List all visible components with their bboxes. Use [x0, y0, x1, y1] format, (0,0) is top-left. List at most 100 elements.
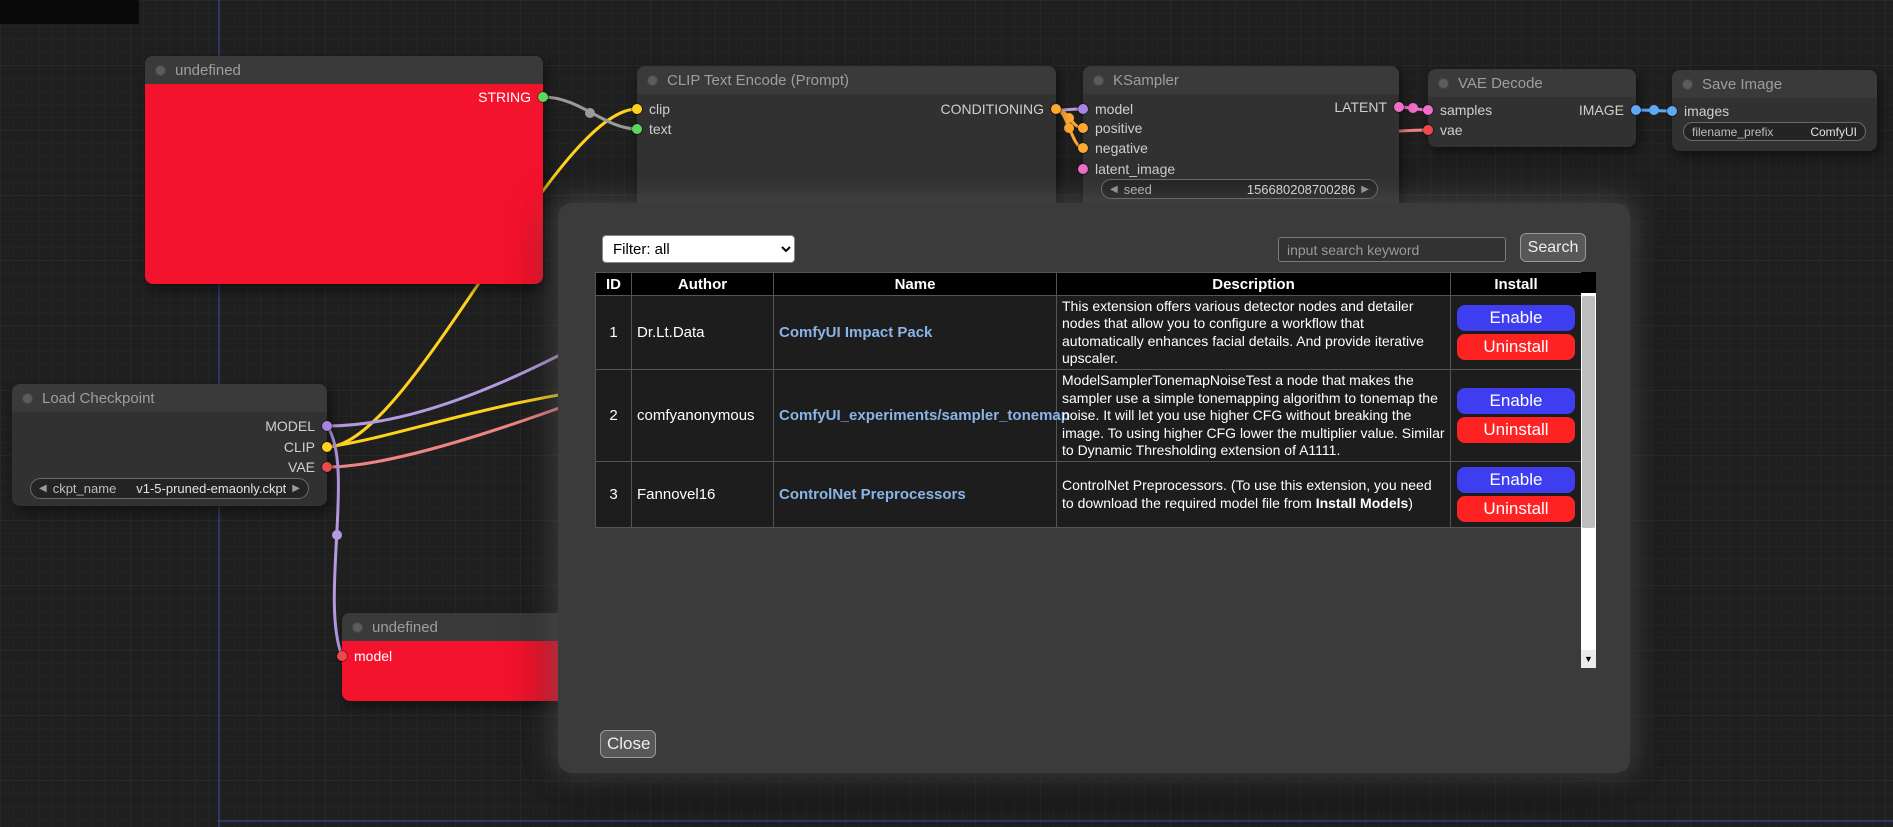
collapse-dot-icon[interactable] [155, 65, 166, 76]
output-port-vae[interactable]: VAE [288, 457, 332, 477]
clip-port-dot-icon[interactable] [322, 442, 332, 452]
enable-button[interactable]: Enable [1457, 467, 1575, 493]
latent-port-dot-icon[interactable] [1423, 105, 1433, 115]
search-button[interactable]: Search [1520, 233, 1586, 262]
node-title: CLIP Text Encode (Prompt) [667, 72, 849, 89]
node-header[interactable]: KSampler [1083, 66, 1399, 94]
output-port-clip[interactable]: CLIP [284, 437, 332, 457]
output-port-image[interactable]: IMAGE [1579, 100, 1641, 120]
input-port-text[interactable]: text [632, 119, 672, 139]
enable-button[interactable]: Enable [1457, 388, 1575, 414]
conditioning-port-dot-icon[interactable] [1078, 123, 1088, 133]
node-undefined-text[interactable]: undefined STRING [145, 56, 543, 284]
widget-label: filename_prefix [1692, 125, 1773, 139]
row-name-cell: ComfyUI Impact Pack [774, 296, 1057, 370]
scrollbar-thumb[interactable] [1582, 296, 1595, 528]
output-port-latent[interactable]: LATENT [1334, 97, 1404, 117]
port-label: model [354, 648, 392, 664]
conditioning-port-dot-icon[interactable] [1078, 143, 1088, 153]
decrement-arrow-icon[interactable]: ◀ [1110, 184, 1118, 195]
input-port-clip[interactable]: clip [632, 99, 670, 119]
node-load-checkpoint[interactable]: Load Checkpoint MODEL CLIP VAE ◀ ckpt_na… [12, 384, 327, 506]
node-undefined-model[interactable]: undefined model [342, 613, 565, 701]
input-port-images[interactable]: images [1667, 101, 1729, 121]
output-port-conditioning[interactable]: CONDITIONING [941, 99, 1061, 119]
input-port-positive[interactable]: positive [1078, 118, 1142, 138]
collapse-dot-icon[interactable] [1438, 78, 1449, 89]
close-button[interactable]: Close [600, 730, 656, 758]
collapse-dot-icon[interactable] [647, 75, 658, 86]
next-arrow-icon[interactable]: ▶ [292, 483, 300, 494]
node-header[interactable]: undefined [145, 56, 543, 84]
node-header[interactable]: VAE Decode [1428, 69, 1636, 97]
node-title: Load Checkpoint [42, 390, 155, 407]
increment-arrow-icon[interactable]: ▶ [1361, 184, 1369, 195]
collapse-dot-icon[interactable] [22, 393, 33, 404]
uninstall-button[interactable]: Uninstall [1457, 496, 1575, 522]
widget-value: 156680208700286 [1247, 182, 1355, 197]
input-port-vae[interactable]: vae [1423, 120, 1463, 140]
image-port-dot-icon[interactable] [1667, 106, 1677, 116]
model-port-dot-icon[interactable] [322, 421, 332, 431]
node-header[interactable]: Load Checkpoint [12, 384, 327, 412]
vae-port-dot-icon[interactable] [1423, 125, 1433, 135]
input-port-negative[interactable]: negative [1078, 138, 1148, 158]
enable-button[interactable]: Enable [1457, 305, 1575, 331]
node-header[interactable]: undefined [342, 613, 565, 641]
widget-label: ckpt_name [53, 481, 117, 496]
port-label: model [1095, 101, 1133, 117]
collapse-dot-icon[interactable] [1682, 79, 1693, 90]
latent-port-dot-icon[interactable] [1078, 164, 1088, 174]
input-port-model[interactable]: model [1078, 99, 1133, 119]
input-port-samples[interactable]: samples [1423, 100, 1492, 120]
string-port-dot-icon[interactable] [538, 92, 548, 102]
scrollbar-down-arrow-icon[interactable]: ▼ [1581, 650, 1596, 668]
grid-axis-horizontal [218, 820, 1893, 822]
clip-port-dot-icon[interactable] [632, 104, 642, 114]
port-label: negative [1095, 140, 1148, 156]
input-port-latent-image[interactable]: latent_image [1078, 159, 1175, 179]
row-name-cell: ControlNet Preprocessors [774, 462, 1057, 528]
image-port-dot-icon[interactable] [1631, 105, 1641, 115]
search-input[interactable] [1278, 237, 1506, 262]
ckpt-name-widget[interactable]: ◀ ckpt_name v1-5-pruned-emaonly.ckpt ▶ [30, 478, 309, 499]
node-header[interactable]: CLIP Text Encode (Prompt) [637, 66, 1056, 94]
uninstall-button[interactable]: Uninstall [1457, 334, 1575, 360]
output-port-string[interactable]: STRING [478, 87, 548, 107]
input-port-model[interactable]: model [337, 646, 392, 666]
link-dot [1064, 113, 1074, 123]
node-title: undefined [175, 62, 241, 79]
vae-port-dot-icon[interactable] [322, 462, 332, 472]
header-author: Author [632, 273, 774, 296]
collapse-dot-icon[interactable] [352, 622, 363, 633]
row-author-cell: Fannovel16 [632, 462, 774, 528]
table-scrollbar[interactable]: ▼ [1581, 272, 1596, 668]
node-save-image[interactable]: Save Image images filename_prefix ComfyU… [1672, 70, 1877, 151]
row-install-cell: Enable Uninstall [1451, 462, 1582, 528]
filename-prefix-widget[interactable]: filename_prefix ComfyUI [1683, 122, 1866, 141]
extension-link[interactable]: ComfyUI Impact Pack [779, 324, 932, 341]
extension-row: 1Dr.Lt.DataComfyUI Impact PackThis exten… [596, 296, 1582, 370]
latent-port-dot-icon[interactable] [1394, 102, 1404, 112]
port-label: text [649, 121, 672, 137]
model-port-dot-icon[interactable] [337, 651, 347, 661]
port-label: VAE [288, 459, 315, 475]
text-port-dot-icon[interactable] [632, 124, 642, 134]
header-id: ID [596, 273, 632, 296]
output-port-model[interactable]: MODEL [265, 416, 332, 436]
filter-select[interactable]: Filter: all [602, 235, 795, 263]
node-title: Save Image [1702, 76, 1782, 93]
conditioning-port-dot-icon[interactable] [1051, 104, 1061, 114]
previous-arrow-icon[interactable]: ◀ [39, 483, 47, 494]
extension-link[interactable]: ComfyUI_experiments/sampler_tonemap [779, 407, 1070, 424]
collapse-dot-icon[interactable] [1093, 75, 1104, 86]
node-vae-decode[interactable]: VAE Decode samples vae IMAGE [1428, 69, 1636, 147]
uninstall-button[interactable]: Uninstall [1457, 417, 1575, 443]
extension-link[interactable]: ControlNet Preprocessors [779, 486, 966, 503]
extension-row: 2comfyanonymousComfyUI_experiments/sampl… [596, 370, 1582, 462]
header-description: Description [1057, 273, 1451, 296]
node-header[interactable]: Save Image [1672, 70, 1877, 98]
model-port-dot-icon[interactable] [1078, 104, 1088, 114]
port-label: CONDITIONING [941, 101, 1044, 117]
seed-widget[interactable]: ◀ seed 156680208700286 ▶ [1101, 179, 1378, 199]
